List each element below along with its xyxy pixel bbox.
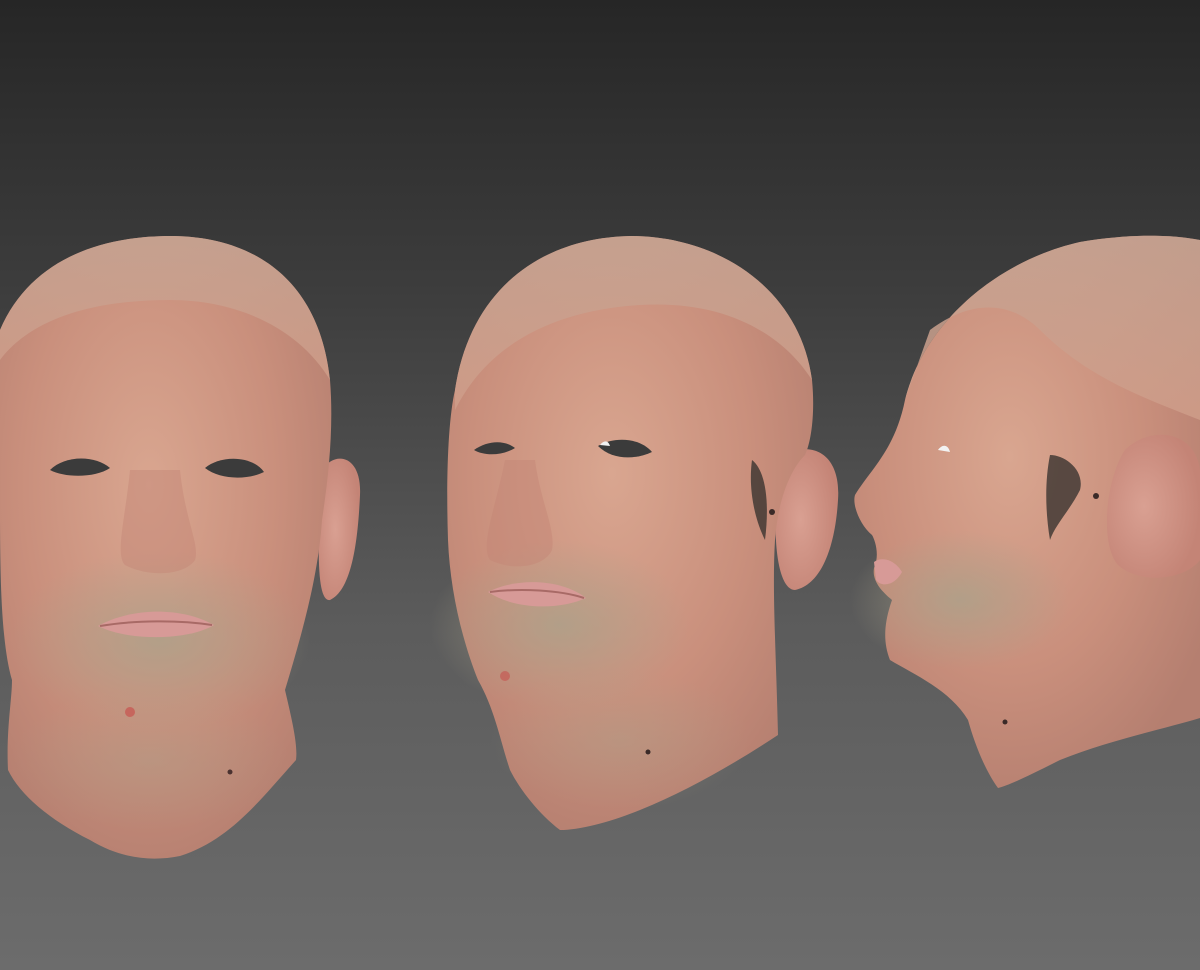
mole-neck <box>1002 719 1008 725</box>
mole <box>769 509 775 515</box>
mole <box>227 769 233 775</box>
stubble-jaw <box>850 530 1070 670</box>
head-three-quarter-view[interactable] <box>430 236 839 830</box>
3d-viewport[interactable] <box>0 0 1200 970</box>
head-front-view[interactable] <box>0 235 361 859</box>
scene-canvas <box>0 235 1200 859</box>
mole <box>1093 493 1099 499</box>
blemish <box>125 707 135 717</box>
mole-neck <box>645 749 651 755</box>
head-profile-view[interactable] <box>850 235 1200 788</box>
stubble-neck <box>490 670 750 810</box>
stubble-neck <box>10 690 290 830</box>
blemish <box>500 671 510 681</box>
